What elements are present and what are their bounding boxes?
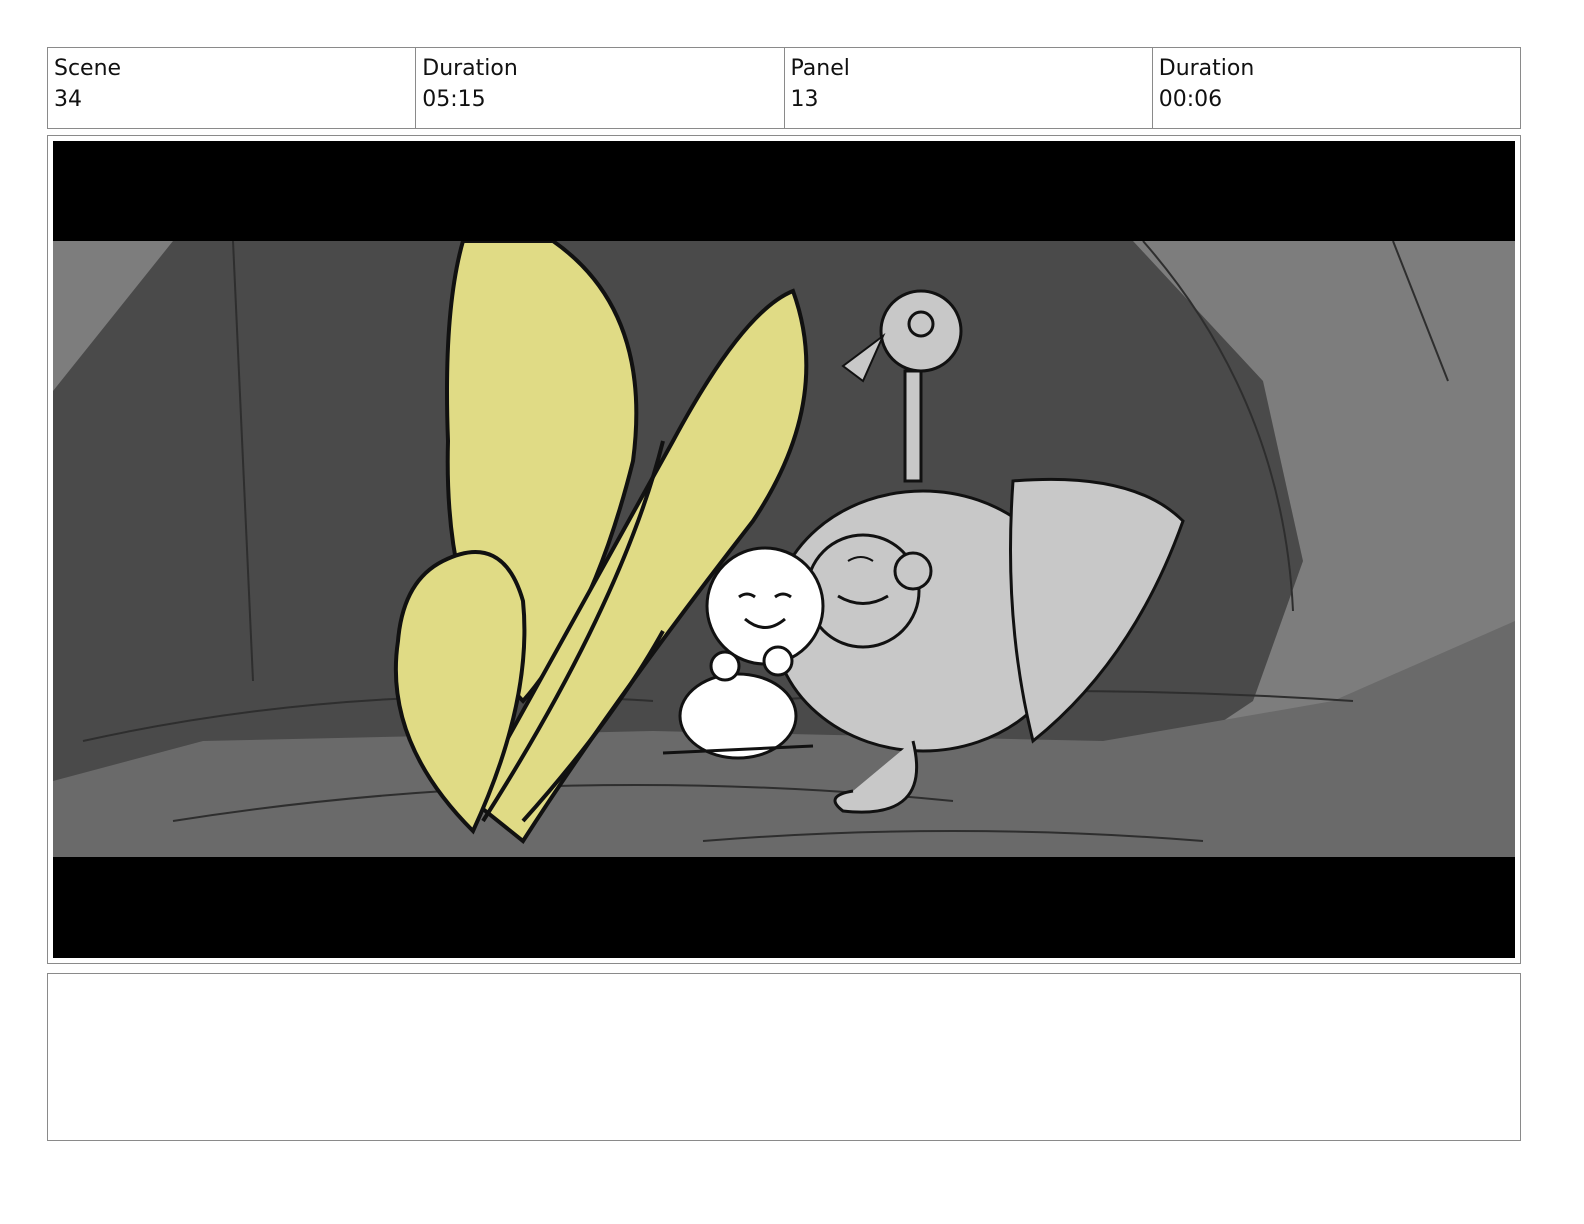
storyboard-frame: [47, 135, 1521, 964]
panel-duration-label: Duration: [1158, 56, 1255, 81]
storyboard-drawing: [53, 141, 1515, 958]
scene-value: 34: [54, 87, 82, 112]
scene-label: Scene: [54, 56, 122, 81]
panel-value: 13: [790, 87, 819, 112]
panel-cell: Panel 13: [785, 48, 1153, 128]
panel-info-header: Scene 34 Duration 05:15 Panel 13 Duratio…: [47, 47, 1521, 129]
scene-duration-cell: Duration 05:15: [416, 48, 785, 128]
scene-cell: Scene 34: [48, 48, 417, 128]
panel-label: Panel: [790, 56, 850, 81]
panel-duration-cell: Duration 00:06: [1153, 48, 1520, 128]
letterbox-top: [53, 141, 1515, 241]
panel-duration-value: 00:06: [1158, 87, 1223, 112]
scene-duration-label: Duration: [422, 56, 518, 81]
scene-duration-value: 05:15: [422, 87, 486, 112]
panel-notes-box: [47, 973, 1521, 1141]
letterbox-bottom: [53, 857, 1515, 958]
